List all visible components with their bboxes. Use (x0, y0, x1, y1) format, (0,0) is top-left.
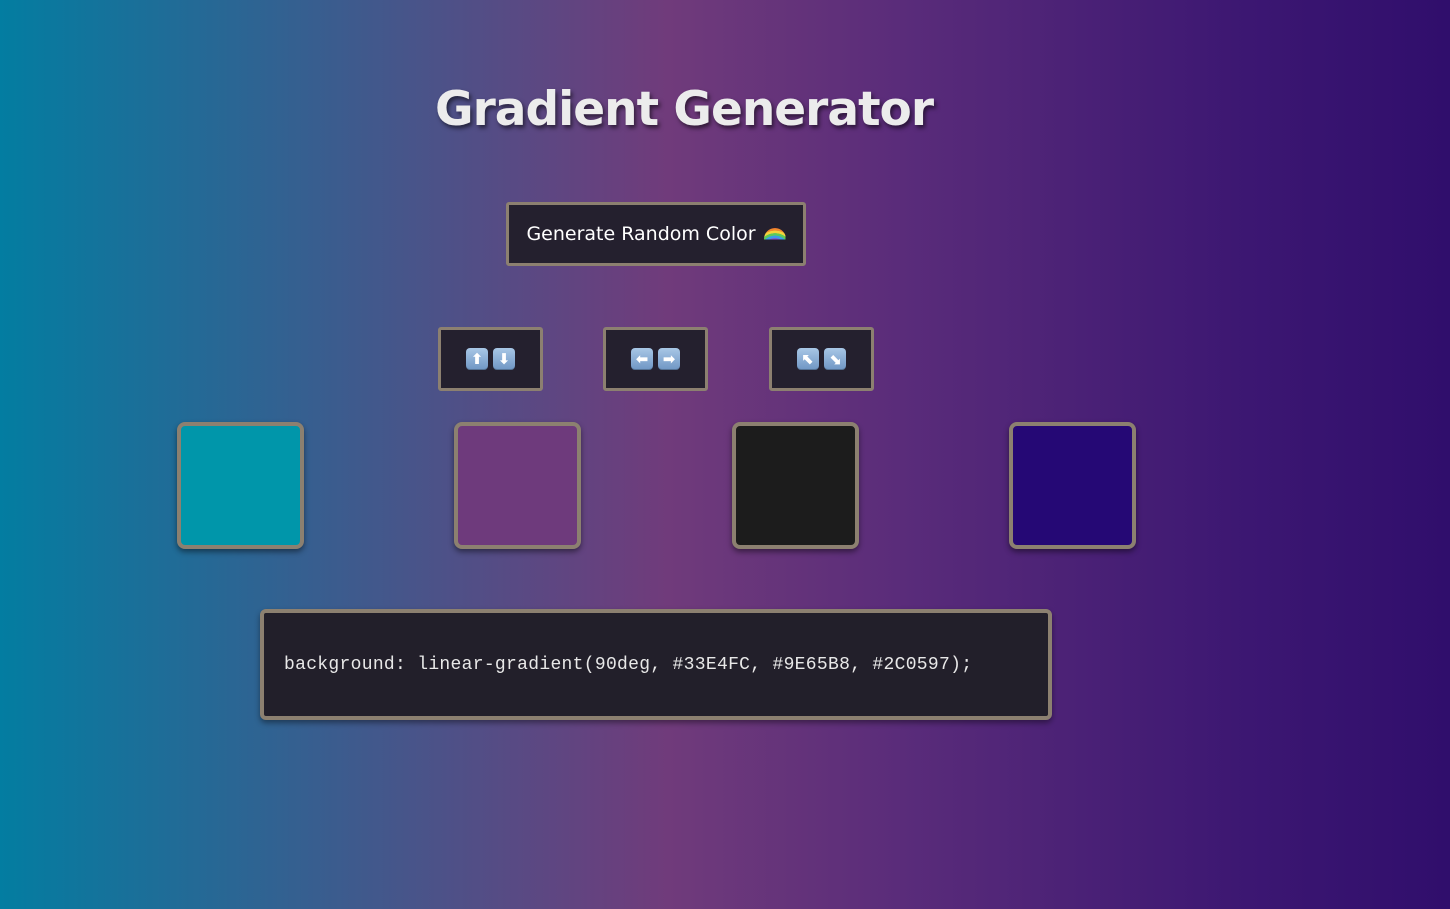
direction-diagonal-button[interactable]: ⬉ ⬊ (769, 327, 874, 391)
generate-random-color-button[interactable]: Generate Random Color (506, 202, 806, 266)
left-arrow-icon: ⬅ (631, 348, 653, 370)
right-arrow-icon: ➡ (658, 348, 680, 370)
up-arrow-icon: ⬆ (466, 348, 488, 370)
color-swatch-2[interactable] (454, 422, 581, 549)
css-output-box[interactable]: background: linear-gradient(90deg, #33E4… (260, 609, 1052, 720)
css-output-text: background: linear-gradient(90deg, #33E4… (284, 654, 973, 675)
color-swatch-4[interactable] (1009, 422, 1136, 549)
color-swatch-3[interactable] (732, 422, 859, 549)
direction-vertical-button[interactable]: ⬆ ⬇ (438, 327, 543, 391)
color-swatch-1[interactable] (177, 422, 304, 549)
rainbow-icon (763, 228, 786, 240)
down-arrow-icon: ⬇ (493, 348, 515, 370)
generate-button-label: Generate Random Color (526, 223, 756, 245)
direction-horizontal-button[interactable]: ⬅ ➡ (603, 327, 708, 391)
down-right-arrow-icon: ⬊ (824, 348, 846, 370)
page-title: Gradient Generator (435, 82, 934, 137)
up-left-arrow-icon: ⬉ (797, 348, 819, 370)
